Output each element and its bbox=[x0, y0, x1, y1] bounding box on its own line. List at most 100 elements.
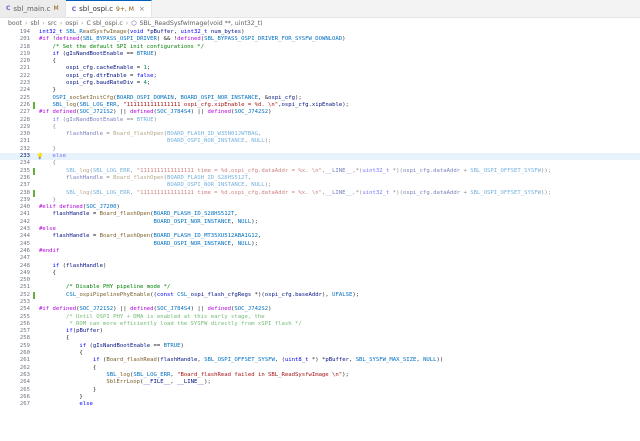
code-text: #else bbox=[39, 226, 56, 233]
code-line[interactable]: 266 } bbox=[0, 394, 640, 401]
line-number: 244 bbox=[19, 233, 30, 240]
line-number: 226 bbox=[19, 101, 30, 108]
code-line[interactable]: 236 flashHandle = Board_flashOpen(BOARD_… bbox=[0, 175, 640, 182]
close-icon[interactable]: × bbox=[139, 5, 145, 13]
breadcrumb-item[interactable]: boot bbox=[8, 20, 22, 27]
line-number: 232 bbox=[19, 145, 30, 152]
modified-badge: 9+, M bbox=[116, 5, 134, 13]
code-line[interactable]: 221 ospi_cfg.cacheEnable = 1; bbox=[0, 65, 640, 72]
code-line[interactable]: 260 { bbox=[0, 350, 640, 357]
code-text: #if !defined(SBL_BYPASS_OSPI_DRIVER) && … bbox=[39, 36, 346, 43]
code-line[interactable]: 256 * ROM can more efficiently load the … bbox=[0, 321, 640, 328]
code-text: if(pBuffer) bbox=[65, 328, 104, 335]
code-line[interactable]: 264 SblErrLoop(__FILE__, __LINE__); bbox=[0, 379, 640, 386]
code-line[interactable]: 233 💡 else bbox=[0, 153, 640, 161]
code-line[interactable]: 265 } bbox=[0, 387, 640, 394]
git-modified-marker[interactable] bbox=[33, 167, 35, 175]
code-line[interactable]: 263 SBL_log(SBL_LOG_ERR, "Board_flashRea… bbox=[0, 372, 640, 379]
code-text: SblErrLoop(__FILE__, __LINE__); bbox=[106, 379, 211, 386]
code-line[interactable]: 267 else bbox=[0, 401, 640, 408]
code-line[interactable]: 249 { bbox=[0, 270, 640, 277]
code-editor[interactable]: 194 int32_t SBL_ReadSysfwImage(void *pBuf… bbox=[0, 29, 640, 441]
code-line[interactable]: 244 flashHandle = Board_flashOpen(BOARD_… bbox=[0, 233, 640, 240]
line-number: 228 bbox=[19, 116, 30, 123]
chevron-right-icon: › bbox=[42, 19, 45, 27]
code-line[interactable]: 259 if (gIsNandBootEnable == BTRUE) bbox=[0, 343, 640, 350]
breadcrumb-item[interactable]: ospi bbox=[65, 20, 78, 27]
code-text: OSPI_socSetInitCfg(BOARD_OSPI_DOMAIN, BO… bbox=[52, 94, 302, 101]
code-line[interactable]: 258 { bbox=[0, 335, 640, 342]
code-line[interactable]: 248 if (flashHandle) bbox=[0, 263, 640, 270]
line-number: 227 bbox=[19, 109, 30, 116]
code-line[interactable]: 218 /* Set the default SPI init configur… bbox=[0, 44, 640, 51]
code-line[interactable]: 251 /* Disable PHY pipeline mode */ bbox=[0, 284, 640, 291]
code-line[interactable]: 255 /* Until OSPI PHY + DMA is enabled a… bbox=[0, 314, 640, 321]
code-line[interactable]: 230 flashHandle = Board_flashOpen(BOARD_… bbox=[0, 131, 640, 138]
line-number: 266 bbox=[19, 393, 30, 400]
code-line[interactable]: 247 bbox=[0, 255, 640, 262]
code-line[interactable]: 228 if (gIsNandBootEnable == BTRUE) bbox=[0, 117, 640, 124]
code-text: if (flashHandle) bbox=[52, 262, 107, 269]
code-line[interactable]: 246 #endif bbox=[0, 248, 640, 255]
code-line[interactable]: 235 SBL_log(SBL_LOG_ERR, "11111111111111… bbox=[0, 167, 640, 175]
code-text: { bbox=[39, 269, 56, 276]
tab-sbl-ospi[interactable]: C sbl_ospi.c 9+, M × bbox=[65, 0, 152, 17]
code-line[interactable]: 242 BOARD_OSPI_NOR_INSTANCE, NULL); bbox=[0, 219, 640, 226]
code-line[interactable]: 223 ospi_cfg.baudRateDiv = 4; bbox=[0, 80, 640, 87]
breadcrumb-item[interactable]: src bbox=[48, 20, 57, 27]
line-number: 242 bbox=[19, 218, 30, 225]
code-text: SBL_log(SBL_LOG_ERR, "1111111111111111 t… bbox=[65, 189, 552, 196]
code-line[interactable]: 229 { bbox=[0, 124, 640, 131]
code-text: } bbox=[39, 145, 56, 152]
code-line[interactable]: 243 #else bbox=[0, 226, 640, 233]
code-line[interactable]: 262 { bbox=[0, 365, 640, 372]
line-number: 267 bbox=[19, 401, 30, 408]
code-line[interactable]: 254 #if defined(SOC_J721S2) || defined(SO… bbox=[0, 306, 640, 313]
code-line[interactable]: 234 { bbox=[0, 160, 640, 167]
code-text: if (gIsNandBootEnable == BTRUE) bbox=[52, 50, 157, 57]
line-number: 247 bbox=[19, 255, 30, 262]
breadcrumb-item[interactable]: SBL_ReadSysfwImage(void **, uint32_t) bbox=[140, 20, 263, 27]
code-line[interactable]: 222 ospi_cfg.dtrEnable = false; bbox=[0, 73, 640, 80]
code-line[interactable]: 232 } bbox=[0, 146, 640, 153]
code-line[interactable]: 194 int32_t SBL_ReadSysfwImage(void *pBuf… bbox=[0, 29, 640, 36]
chevron-right-icon: › bbox=[80, 19, 84, 27]
code-line[interactable]: 224 } bbox=[0, 87, 640, 94]
code-line[interactable]: 238 SBL_log(SBL_LOG_ERR, "11111111111111… bbox=[0, 189, 640, 197]
code-line[interactable]: 201 #if !defined(SBL_BYPASS_OSPI_DRIVER) … bbox=[0, 36, 640, 43]
line-number: 243 bbox=[19, 226, 30, 233]
code-line[interactable]: 220 { bbox=[0, 58, 640, 65]
breadcrumb-item[interactable]: sbl bbox=[30, 20, 39, 27]
c-language-icon: C bbox=[71, 5, 77, 13]
chevron-right-icon: › bbox=[59, 19, 63, 27]
git-modified-marker[interactable] bbox=[33, 189, 35, 197]
code-line[interactable]: 237 BOARD_OSPI_NOR_INSTANCE, NULL); bbox=[0, 182, 640, 189]
code-line[interactable]: 261 if (Board_flashRead(flashHandle, SBL… bbox=[0, 357, 640, 364]
code-line[interactable]: 252 CSL_ospiPipelinePhyEnable((const CSL… bbox=[0, 291, 640, 299]
line-number: 237 bbox=[19, 182, 30, 189]
code-line[interactable]: 245 BOARD_OSPI_NOR_INSTANCE, NULL); bbox=[0, 241, 640, 248]
line-number: 233 bbox=[19, 153, 30, 160]
breadcrumb-item[interactable]: C sbl_ospi.c bbox=[86, 20, 122, 27]
line-number: 229 bbox=[19, 123, 30, 130]
code-text: { bbox=[39, 335, 70, 342]
code-line[interactable]: 219 if (gIsNandBootEnable == BTRUE) bbox=[0, 51, 640, 58]
code-text: BOARD_OSPI_NOR_INSTANCE, NULL); bbox=[166, 138, 272, 145]
code-line[interactable]: 226 SBL_log(SBL_LOG_ERR, "11111111111111… bbox=[0, 101, 640, 110]
line-number: 261 bbox=[19, 357, 30, 364]
code-line[interactable]: 250 bbox=[0, 277, 640, 284]
code-text: SBL_log(SBL_LOG_ERR, "1111111111111111 t… bbox=[65, 167, 552, 174]
code-line[interactable]: 257 if(pBuffer) bbox=[0, 328, 640, 335]
code-line[interactable]: 253 bbox=[0, 299, 640, 306]
code-line[interactable]: 240 #elif defined(SOC_J7200) bbox=[0, 204, 640, 211]
code-line[interactable]: 231 BOARD_OSPI_NOR_INSTANCE, NULL); bbox=[0, 138, 640, 145]
code-line[interactable]: 225 OSPI_socSetInitCfg(BOARD_OSPI_DOMAIN… bbox=[0, 95, 640, 102]
breadcrumb: boot › sbl › src › ospi › C sbl_ospi.c ›… bbox=[0, 18, 640, 28]
git-modified-marker[interactable] bbox=[33, 101, 35, 110]
code-line[interactable]: 241 flashHandle = Board_flashOpen(BOARD_… bbox=[0, 211, 640, 218]
code-text: if (gIsNandBootEnable == BTRUE) bbox=[52, 116, 157, 123]
code-line[interactable]: 227 #if defined(SOC_J721S2) || defined(SO… bbox=[0, 109, 640, 116]
code-line[interactable]: 239 } bbox=[0, 197, 640, 204]
tab-sbl-main[interactable]: C sbl_main.c M bbox=[0, 0, 66, 17]
git-modified-marker[interactable] bbox=[33, 291, 35, 299]
